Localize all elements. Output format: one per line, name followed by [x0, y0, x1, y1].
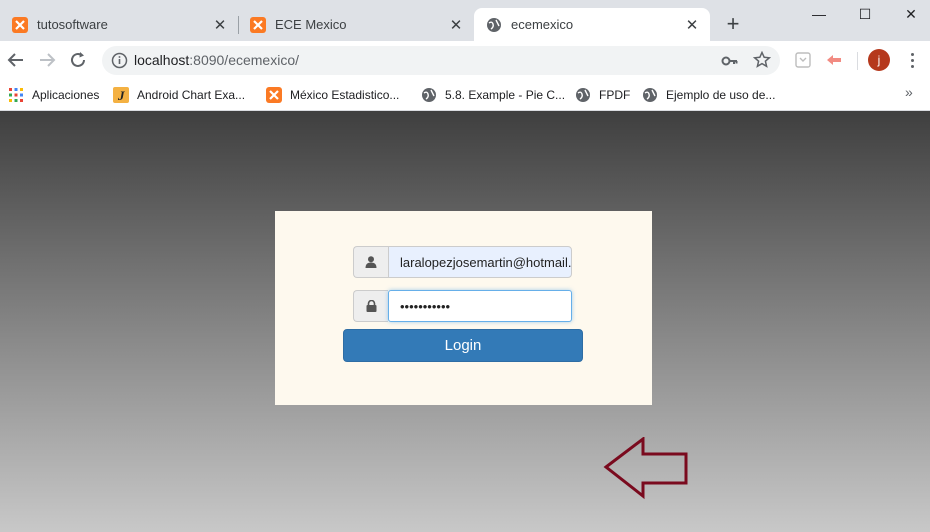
url-host: localhost — [134, 52, 190, 68]
password-field[interactable]: ••••••••••• — [388, 290, 572, 322]
globe-icon — [421, 87, 437, 103]
pocket-extension-icon[interactable] — [794, 51, 812, 69]
login-panel: laralopezjosemartin@hotmail. •••••••••••… — [275, 211, 652, 405]
menu-dots-icon[interactable] — [903, 50, 921, 70]
tab-title: ecemexico — [511, 17, 574, 32]
tab-ecemexico[interactable]: ecemexico ✕ — [474, 8, 710, 41]
bookmark-fpdf[interactable]: FPDF — [575, 85, 630, 105]
reload-button[interactable] — [66, 48, 90, 72]
lock-icon — [353, 290, 388, 322]
bookmark-label: Android Chart Exa... — [137, 88, 246, 102]
forward-arrow-icon — [40, 53, 56, 67]
password-field-group: ••••••••••• — [353, 290, 572, 322]
bookmark-ejemplo-uso[interactable]: Ejemplo de uso de... — [642, 85, 775, 105]
back-arrow-icon — [7, 53, 23, 67]
bookmark-label: Ejemplo de uso de... — [666, 88, 776, 102]
login-button[interactable]: Login — [343, 329, 583, 362]
xampp-icon — [266, 87, 282, 103]
close-icon[interactable]: ✕ — [212, 17, 228, 34]
star-icon[interactable] — [753, 51, 771, 69]
xampp-icon — [250, 16, 266, 33]
globe-icon — [486, 17, 502, 33]
bookmark-label: Aplicaciones — [32, 88, 100, 102]
user-icon — [353, 246, 388, 278]
tab-tutosoftware[interactable]: tutosoftware ✕ — [0, 8, 238, 41]
tab-title: tutosoftware — [37, 17, 108, 32]
bookmarks-bar: Aplicaciones J Android Chart Exa... Méxi… — [0, 79, 930, 111]
close-icon[interactable]: ✕ — [684, 17, 700, 34]
bookmark-mexico-estadistico[interactable]: México Estadistico... — [266, 85, 399, 105]
cast-extension-icon[interactable] — [825, 51, 843, 69]
email-field-group: laralopezjosemartin@hotmail. — [353, 246, 572, 278]
bookmark-aplicaciones[interactable]: Aplicaciones — [8, 85, 99, 105]
key-icon[interactable] — [721, 52, 739, 70]
browser-toolbar: localhost:8090/ecemexico/ j — [0, 41, 930, 79]
forward-button[interactable] — [35, 48, 59, 72]
bookmark-label: FPDF — [599, 88, 631, 102]
email-field[interactable]: laralopezjosemartin@hotmail. — [388, 246, 572, 278]
xampp-icon — [12, 16, 28, 33]
close-icon[interactable]: ✕ — [448, 17, 464, 34]
address-bar[interactable]: localhost:8090/ecemexico/ — [102, 46, 780, 75]
maximize-button[interactable]: ☐ — [842, 0, 888, 28]
toolbar-separator — [857, 52, 858, 70]
minimize-button[interactable]: — — [796, 0, 842, 28]
url-text: localhost:8090/ecemexico/ — [134, 52, 299, 68]
avatar[interactable]: j — [868, 49, 890, 71]
left-arrow-annotation-icon — [603, 437, 688, 500]
tab-strip: tutosoftware ✕ ECE Mexico ✕ ecemexico ✕ … — [0, 0, 930, 41]
close-window-button[interactable]: ✕ — [888, 0, 930, 28]
globe-icon — [575, 87, 591, 103]
bookmark-android-chart[interactable]: J Android Chart Exa... — [113, 85, 245, 105]
reload-icon — [71, 52, 85, 67]
back-button[interactable] — [4, 48, 28, 72]
svg-text:J: J — [117, 88, 125, 103]
new-tab-button[interactable]: + — [722, 13, 744, 35]
java-j-icon: J — [113, 87, 129, 103]
globe-icon — [642, 87, 658, 103]
tab-ece-mexico[interactable]: ECE Mexico ✕ — [238, 8, 474, 41]
info-icon[interactable] — [111, 52, 128, 69]
url-path: :8090/ecemexico/ — [189, 52, 299, 68]
bookmark-pie-chart-example[interactable]: 5.8. Example - Pie C... — [421, 85, 565, 105]
bookmarks-overflow-button[interactable]: » — [905, 84, 913, 100]
apps-grid-icon — [8, 87, 24, 103]
tab-title: ECE Mexico — [275, 17, 347, 32]
page-content: laralopezjosemartin@hotmail. •••••••••••… — [0, 111, 930, 532]
bookmark-label: 5.8. Example - Pie C... — [445, 88, 566, 102]
bookmark-label: México Estadistico... — [290, 88, 400, 102]
